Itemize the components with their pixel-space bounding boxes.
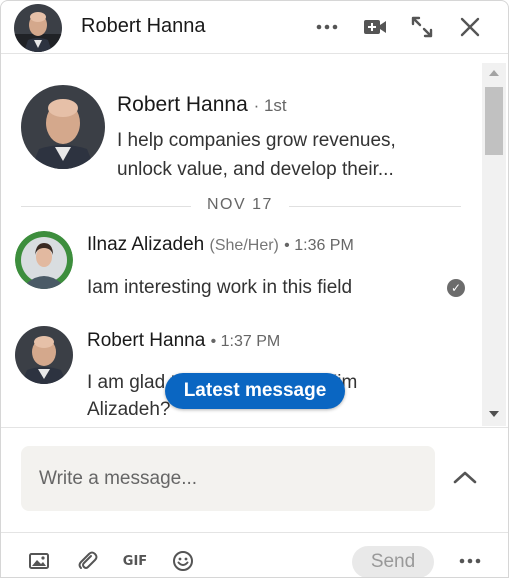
avatar[interactable] bbox=[15, 231, 73, 289]
more-horizontal-icon bbox=[316, 24, 338, 30]
message-list[interactable]: Robert Hanna · 1st I help companies grow… bbox=[1, 63, 482, 426]
image-icon bbox=[29, 553, 49, 569]
message-sender[interactable]: Ilnaz Alizadeh (She/Her) • 1:36 PM bbox=[87, 234, 354, 256]
gif-icon: GIF bbox=[122, 553, 148, 569]
scrollbar[interactable] bbox=[482, 63, 506, 426]
messaging-window: Robert Hanna Robert Hanna · 1st I help c… bbox=[0, 0, 509, 578]
composer-options-button[interactable] bbox=[454, 547, 486, 575]
avatar[interactable] bbox=[15, 326, 73, 384]
more-horizontal-icon bbox=[459, 558, 481, 564]
connection-degree: · 1st bbox=[253, 96, 287, 115]
avatar[interactable] bbox=[14, 4, 62, 52]
expand-icon bbox=[411, 16, 433, 38]
message-text: Iam interesting work in this field bbox=[87, 277, 353, 298]
scroll-down-arrow-icon[interactable] bbox=[489, 411, 499, 417]
profile-headline: I help companies grow revenues, unlock v… bbox=[117, 126, 447, 184]
profile-name[interactable]: Robert Hanna · 1st bbox=[117, 93, 287, 117]
sender-name[interactable]: Ilnaz Alizadeh bbox=[87, 234, 204, 255]
sender-name[interactable]: Robert Hanna bbox=[87, 330, 205, 351]
expand-conversation-button[interactable] bbox=[405, 11, 439, 43]
profile-name-text[interactable]: Robert Hanna bbox=[117, 93, 248, 116]
close-icon bbox=[460, 17, 480, 37]
attach-file-button[interactable] bbox=[71, 547, 103, 575]
video-call-button[interactable] bbox=[358, 11, 392, 43]
message-input[interactable]: Write a message... bbox=[21, 446, 435, 511]
emoji-icon bbox=[173, 551, 193, 571]
paperclip-icon bbox=[78, 551, 98, 569]
message-time: • 1:36 PM bbox=[284, 237, 354, 254]
attach-image-button[interactable] bbox=[23, 547, 55, 575]
expand-composer-button[interactable] bbox=[451, 459, 479, 495]
video-call-icon bbox=[364, 20, 386, 34]
divider bbox=[1, 427, 508, 428]
gif-button[interactable]: GIF bbox=[119, 547, 151, 575]
date-divider: NOV 17 bbox=[191, 196, 289, 214]
emoji-button[interactable] bbox=[167, 547, 199, 575]
profile-headline-line: unlock value, and develop their... bbox=[117, 159, 394, 180]
profile-headline-line: I help companies grow revenues, bbox=[117, 130, 396, 151]
close-conversation-button[interactable] bbox=[453, 11, 487, 43]
profile-avatar[interactable] bbox=[21, 85, 105, 169]
more-options-button[interactable] bbox=[310, 11, 344, 43]
scrollbar-thumb[interactable] bbox=[485, 87, 503, 155]
chevron-up-icon bbox=[453, 471, 477, 484]
scroll-up-arrow-icon[interactable] bbox=[489, 70, 499, 76]
message-input-placeholder: Write a message... bbox=[39, 468, 198, 489]
sender-pronouns: (She/Her) bbox=[209, 237, 279, 254]
message-time: • 1:37 PM bbox=[210, 333, 281, 350]
divider bbox=[1, 532, 508, 533]
seen-check-icon: ✓ bbox=[447, 279, 465, 297]
send-button[interactable]: Send bbox=[352, 546, 434, 577]
conversation-header[interactable]: Robert Hanna bbox=[1, 1, 508, 54]
message-sender[interactable]: Robert Hanna • 1:37 PM bbox=[87, 330, 280, 352]
latest-message-button[interactable]: Latest message bbox=[165, 373, 345, 409]
header-contact-name[interactable]: Robert Hanna bbox=[81, 15, 206, 38]
